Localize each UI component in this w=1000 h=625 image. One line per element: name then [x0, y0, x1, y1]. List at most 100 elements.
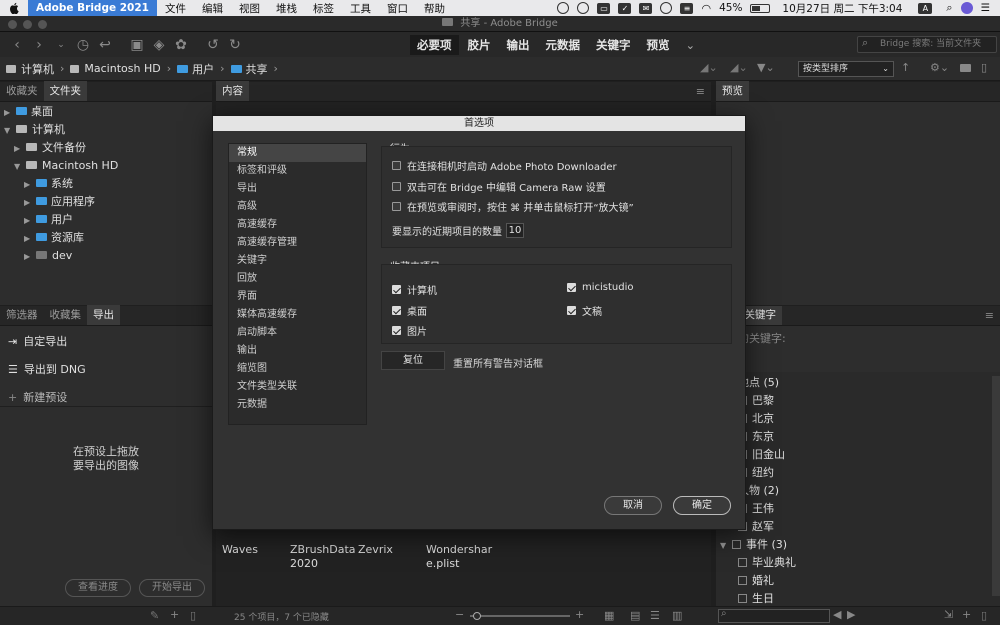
view-progress-button[interactable]: 查看进度 — [65, 579, 131, 597]
menu-label[interactable]: 标签 — [305, 1, 342, 16]
panel-menu-icon[interactable]: ≡ — [985, 309, 994, 322]
screen-icon[interactable]: ▭ — [597, 2, 611, 14]
next-icon[interactable]: ▶ — [847, 608, 855, 621]
tree-item-dev[interactable]: ▶ dev — [0, 247, 212, 265]
tab-content[interactable]: 内容 — [216, 81, 249, 101]
category-cache[interactable]: 高速缓存 — [229, 216, 366, 234]
recent-items-input[interactable]: 10 — [506, 223, 524, 238]
workspace-output[interactable]: 输出 — [500, 35, 537, 55]
zoom-out-icon[interactable]: − — [455, 608, 464, 621]
file-item[interactable]: Zevrix — [358, 543, 393, 557]
panel-menu-icon[interactable]: ≡ — [696, 85, 705, 98]
category-playback[interactable]: 回放 — [229, 270, 366, 288]
category-labels-ratings[interactable]: 标签和评级 — [229, 162, 366, 180]
checkbox[interactable] — [392, 202, 401, 211]
checkbox[interactable] — [392, 326, 401, 335]
breadcrumb-computer[interactable]: 计算机 — [21, 61, 54, 77]
keyword-item[interactable]: 旧金山 — [716, 446, 986, 464]
zoom-in-icon[interactable]: + — [575, 608, 584, 621]
workspace-filmstrip[interactable]: 胶片 — [461, 35, 498, 55]
checkbox[interactable] — [392, 285, 401, 294]
apple-icon[interactable] — [6, 0, 22, 16]
details-view-icon[interactable]: ▤ — [630, 609, 640, 622]
new-folder-icon[interactable] — [960, 62, 975, 75]
keyword-checkbox[interactable] — [738, 558, 747, 567]
filter-icon[interactable]: ▼⌄ — [757, 61, 775, 74]
category-general[interactable]: 常规 — [229, 144, 366, 162]
category-advanced[interactable]: 高级 — [229, 198, 366, 216]
menu-file[interactable]: 文件 — [157, 1, 194, 16]
tree-item-macintosh-hd[interactable]: ▼ Macintosh HD — [0, 157, 212, 175]
camera-import-icon[interactable]: ▣ — [126, 37, 148, 53]
tab-collections[interactable]: 收藏集 — [44, 305, 88, 325]
category-export[interactable]: 导出 — [229, 180, 366, 198]
bridge-search-input[interactable]: Bridge 搜索: 当前文件夹 — [857, 36, 997, 53]
control-center-icon[interactable]: ☰ — [981, 2, 990, 14]
workspace-essentials[interactable]: 必要项 — [410, 34, 459, 55]
menu-window[interactable]: 窗口 — [379, 1, 416, 16]
tree-item-users[interactable]: ▶ 用户 — [0, 211, 212, 229]
minimize-window-button[interactable] — [23, 20, 32, 29]
keyword-item[interactable]: 赵军 — [716, 518, 986, 536]
workspace-preview[interactable]: 预览 — [640, 35, 677, 55]
rating-filter-icon[interactable]: ◢⌄ — [730, 61, 748, 74]
reset-button[interactable]: 复位 — [381, 351, 445, 370]
thumbnail-size-slider[interactable] — [470, 615, 570, 617]
tab-export[interactable]: 导出 — [87, 305, 120, 325]
workspace-keywords[interactable]: 关键字 — [589, 35, 638, 55]
checkbox[interactable] — [392, 306, 401, 315]
back-icon[interactable]: ‹ — [6, 37, 28, 53]
trash-icon[interactable]: ▯ — [190, 609, 196, 622]
wifi-icon[interactable]: ◠ — [701, 2, 711, 15]
export-dng[interactable]: ☰ 导出到 DNG — [8, 361, 86, 377]
category-thumbnails[interactable]: 缩览图 — [229, 360, 366, 378]
control-icon[interactable]: ≡ — [680, 2, 694, 14]
trash-icon[interactable]: ▯ — [981, 609, 987, 622]
battery-icon[interactable] — [750, 3, 771, 13]
previous-icon[interactable]: ◀ — [833, 608, 841, 621]
siri-icon[interactable] — [960, 2, 973, 14]
checkbox[interactable] — [567, 306, 576, 315]
category-startup-scripts[interactable]: 启动脚本 — [229, 324, 366, 342]
file-item[interactable]: Waves — [222, 543, 258, 557]
timer-icon[interactable] — [660, 2, 673, 14]
forward-icon[interactable]: › — [28, 37, 50, 53]
keyword-checkbox[interactable] — [738, 594, 747, 603]
favorite-micistudio[interactable]: micistudio — [567, 282, 634, 293]
menu-view[interactable]: 视图 — [231, 1, 268, 16]
quality-icon[interactable]: ◢⌄ — [700, 61, 718, 74]
keyword-item[interactable]: 王伟 — [716, 500, 986, 518]
trash-icon[interactable]: ▯ — [981, 61, 987, 74]
grid-view-icon[interactable]: ▦ — [604, 609, 614, 622]
keyword-search-input[interactable] — [718, 609, 830, 623]
chevron-down-icon[interactable]: ⌄ — [50, 40, 72, 50]
keyword-item[interactable]: 生日 — [716, 590, 986, 606]
tree-item-library[interactable]: ▶ 资源库 — [0, 229, 212, 247]
menu-help[interactable]: 帮助 — [416, 1, 453, 16]
favorite-documents[interactable]: 文稿 — [567, 303, 602, 318]
app-menu[interactable]: Adobe Bridge 2021 — [28, 0, 157, 16]
photo-downloader-option[interactable]: 在连接相机时启动 Adobe Photo Downloader — [392, 158, 617, 173]
tab-preview[interactable]: 预览 — [716, 81, 749, 101]
breadcrumb-shared[interactable]: 共享 — [246, 61, 268, 77]
loupe-option[interactable]: 在预览或审阅时，按住 ⌘ 并单击鼠标打开“放大镜” — [392, 199, 634, 214]
start-export-button[interactable]: 开始导出 — [139, 579, 205, 597]
open-in-camera-raw-icon[interactable]: ✿ — [170, 37, 192, 53]
lock-icon[interactable]: ▥ — [672, 609, 682, 622]
favorite-computer[interactable]: 计算机 — [392, 282, 437, 297]
sort-dropdown[interactable]: 按类型排序 ⌄ — [798, 61, 894, 77]
tree-item-backup[interactable]: ▶ 文件备份 — [0, 139, 212, 157]
category-file-type-associations[interactable]: 文件类型关联 — [229, 378, 366, 396]
ok-button[interactable]: 确定 — [673, 496, 731, 515]
menu-tools[interactable]: 工具 — [342, 1, 379, 16]
keyword-item[interactable]: 纽约 — [716, 464, 986, 482]
breadcrumb-macintosh-hd[interactable]: Macintosh HD — [84, 62, 160, 75]
slider-handle[interactable] — [473, 612, 481, 620]
tab-filter[interactable]: 筛选器 — [0, 305, 44, 325]
keyword-item[interactable]: 巴黎 — [716, 392, 986, 410]
keyword-group[interactable]: 人物 (2) — [716, 482, 986, 500]
refine-icon[interactable]: ◈ — [148, 37, 170, 53]
tree-item-computer[interactable]: ▼ 计算机 — [0, 121, 212, 139]
shield-icon[interactable]: ✓ — [618, 2, 632, 14]
export-custom[interactable]: ⇥ 自定导出 — [8, 333, 67, 349]
